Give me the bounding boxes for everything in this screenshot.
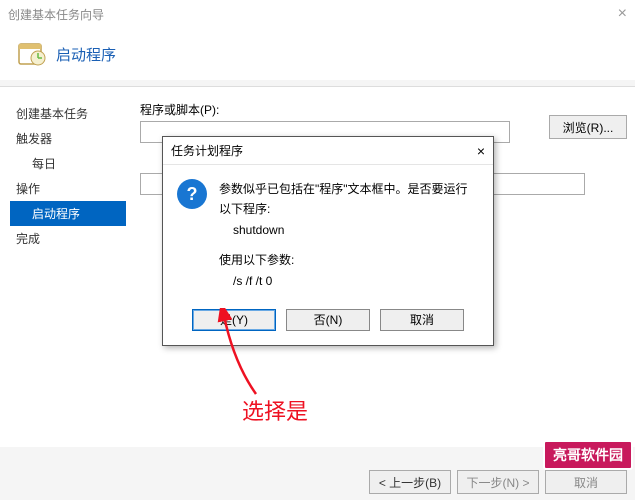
- next-button[interactable]: 下一步(N) >: [457, 470, 539, 494]
- sidebar: 创建基本任务 触发器 每日 操作 启动程序 完成: [0, 101, 126, 447]
- calendar-icon: [16, 38, 48, 70]
- dialog-message: 参数似乎已包括在"程序"文本框中。是否要运行以下程序: shutdown 使用以…: [219, 179, 479, 291]
- dialog-close-icon[interactable]: ×: [477, 143, 485, 159]
- page-title: 启动程序: [56, 44, 116, 65]
- yes-button[interactable]: 是(Y): [192, 309, 276, 331]
- title-bar: 创建基本任务向导 ×: [0, 0, 635, 28]
- wizard-header: 启动程序: [0, 28, 635, 80]
- sidebar-item-daily[interactable]: 每日: [10, 151, 126, 176]
- question-icon: ?: [177, 179, 207, 209]
- sidebar-item-action[interactable]: 操作: [10, 176, 126, 201]
- sidebar-item-finish[interactable]: 完成: [10, 226, 126, 251]
- watermark: 亮哥软件园: [543, 440, 633, 470]
- sidebar-item-create[interactable]: 创建基本任务: [10, 101, 126, 126]
- dialog-body: ? 参数似乎已包括在"程序"文本框中。是否要运行以下程序: shutdown 使…: [163, 165, 493, 297]
- browse-button[interactable]: 浏览(R)...: [549, 115, 627, 139]
- dialog-line4: /s /f /t 0: [219, 271, 479, 291]
- no-button[interactable]: 否(N): [286, 309, 370, 331]
- wizard-footer: < 上一步(B) 下一步(N) > 取消: [369, 470, 627, 494]
- prev-button[interactable]: < 上一步(B): [369, 470, 451, 494]
- dialog-line2: shutdown: [219, 220, 479, 240]
- wizard-window: 创建基本任务向导 × 启动程序 创建基本任务 触发器 每日 操作 启动程序 完成…: [0, 0, 635, 500]
- dialog-title: 任务计划程序: [171, 142, 243, 159]
- confirm-dialog: 任务计划程序 × ? 参数似乎已包括在"程序"文本框中。是否要运行以下程序: s…: [162, 136, 494, 346]
- dialog-cancel-button[interactable]: 取消: [380, 309, 464, 331]
- cancel-button[interactable]: 取消: [545, 470, 627, 494]
- window-title: 创建基本任务向导: [8, 6, 104, 23]
- dialog-buttons: 是(Y) 否(N) 取消: [163, 297, 493, 345]
- annotation-text: 选择是: [242, 394, 308, 426]
- dialog-line3: 使用以下参数:: [219, 250, 479, 270]
- sidebar-item-start-program[interactable]: 启动程序: [10, 201, 126, 226]
- sidebar-item-trigger[interactable]: 触发器: [10, 126, 126, 151]
- close-icon[interactable]: ×: [618, 5, 627, 23]
- dialog-title-bar: 任务计划程序 ×: [163, 137, 493, 165]
- dialog-line1: 参数似乎已包括在"程序"文本框中。是否要运行以下程序:: [219, 179, 479, 220]
